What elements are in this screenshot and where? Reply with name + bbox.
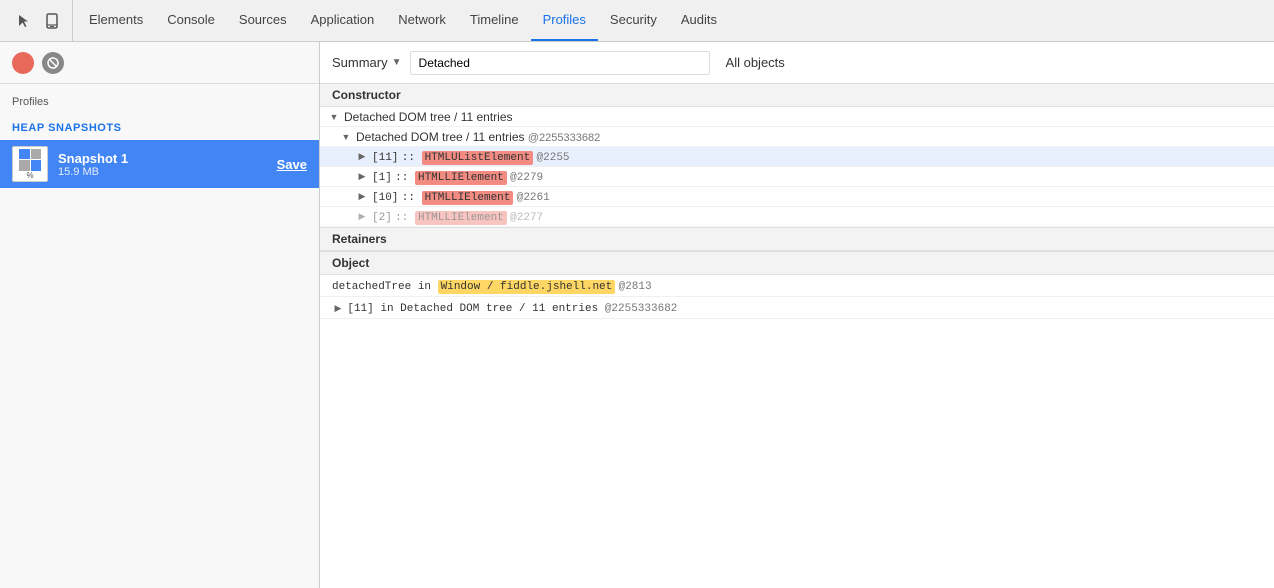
dropdown-arrow-icon: ▼	[392, 57, 402, 68]
nav-tabs: Elements Console Sources Application Net…	[73, 0, 1270, 41]
clear-button[interactable]	[42, 52, 64, 74]
tree-toggle-icon[interactable]: ▶	[356, 151, 368, 162]
tree-toggle-icon[interactable]: ▶	[356, 191, 368, 202]
cursor-icon[interactable]	[12, 9, 36, 33]
tree-label: [2] :: HTMLLIElement @2277	[368, 209, 1274, 224]
element-type: HTMLLIElement	[415, 211, 507, 225]
tree-toggle-icon[interactable]: ▶	[332, 303, 344, 314]
tab-security[interactable]: Security	[598, 0, 669, 41]
tree-label: Detached DOM tree / 11 entries @22553336…	[352, 130, 1274, 144]
tree-toggle-icon[interactable]: ▼	[328, 112, 340, 122]
profiles-label: Profiles	[0, 92, 319, 116]
tree-label: Detached DOM tree / 11 entries	[340, 110, 1274, 124]
tab-console[interactable]: Console	[155, 0, 227, 41]
sidebar-toolbar	[0, 42, 319, 84]
tree-toggle-icon[interactable]: ▼	[340, 132, 352, 142]
table-row[interactable]: ▶ [10] :: HTMLLIElement @2261	[320, 187, 1274, 207]
retainers-header: Retainers	[320, 227, 1274, 251]
tab-timeline[interactable]: Timeline	[458, 0, 531, 41]
tab-audits[interactable]: Audits	[669, 0, 729, 41]
table-row[interactable]: ▶ [2] :: HTMLLIElement @2277	[320, 207, 1274, 227]
tab-sources[interactable]: Sources	[227, 0, 299, 41]
sidebar: Profiles HEAP SNAPSHOTS % Snapshot 1 15.…	[0, 42, 320, 588]
table-row[interactable]: ▼ Detached DOM tree / 11 entries	[320, 107, 1274, 127]
object-highlight: Window / fiddle.jshell.net	[438, 280, 616, 294]
snapshot-info: Snapshot 1 15.9 MB	[58, 151, 277, 178]
tree-label: [11] :: HTMLUListElement @2255	[368, 149, 1274, 164]
snapshot-icon: %	[12, 146, 48, 182]
summary-dropdown[interactable]: Summary ▼	[332, 55, 402, 70]
constructor-header: Constructor	[320, 84, 1274, 107]
tab-network[interactable]: Network	[386, 0, 458, 41]
snapshot-name: Snapshot 1	[58, 151, 277, 166]
tab-profiles[interactable]: Profiles	[531, 0, 598, 41]
tree-label: [10] :: HTMLLIElement @2261	[368, 189, 1274, 204]
filter-input[interactable]	[410, 51, 710, 75]
snapshot-save-button[interactable]: Save	[277, 157, 307, 172]
snapshot-item[interactable]: % Snapshot 1 15.9 MB Save	[0, 140, 319, 188]
nav-icon-group	[4, 0, 73, 41]
element-type: HTMLLIElement	[422, 191, 514, 205]
all-objects-button[interactable]: All objects	[718, 51, 793, 74]
table-area: Constructor ▼ Detached DOM tree / 11 ent…	[320, 84, 1274, 588]
object-header: Object	[320, 251, 1274, 275]
tree-toggle-icon[interactable]: ▶	[356, 211, 368, 222]
tab-elements[interactable]: Elements	[77, 0, 155, 41]
tree-toggle-icon[interactable]: ▶	[356, 171, 368, 182]
element-type: HTMLLIElement	[415, 171, 507, 185]
snapshot-size: 15.9 MB	[58, 166, 277, 178]
table-row[interactable]: ▶ [1] :: HTMLLIElement @2279	[320, 167, 1274, 187]
table-row[interactable]: detachedTree in Window / fiddle.jshell.n…	[320, 275, 1274, 297]
summary-label: Summary	[332, 55, 388, 70]
table-row[interactable]: ▶ [11] in Detached DOM tree / 11 entries…	[320, 297, 1274, 319]
heap-snapshots-label: HEAP SNAPSHOTS	[0, 116, 319, 138]
panel-toolbar: Summary ▼ All objects	[320, 42, 1274, 84]
main-layout: Profiles HEAP SNAPSHOTS % Snapshot 1 15.…	[0, 42, 1274, 588]
sidebar-content: Profiles HEAP SNAPSHOTS % Snapshot 1 15.…	[0, 84, 319, 588]
table-row[interactable]: ▶ [11] :: HTMLUListElement @2255	[320, 147, 1274, 167]
element-type: HTMLUListElement	[422, 151, 534, 165]
mobile-icon[interactable]	[40, 9, 64, 33]
devtools-navbar: Elements Console Sources Application Net…	[0, 0, 1274, 42]
table-row[interactable]: ▼ Detached DOM tree / 11 entries @225533…	[320, 127, 1274, 147]
record-button[interactable]	[12, 52, 34, 74]
tab-application[interactable]: Application	[299, 0, 387, 41]
tree-label: [1] :: HTMLLIElement @2279	[368, 169, 1274, 184]
right-panel: Summary ▼ All objects Constructor ▼ Deta…	[320, 42, 1274, 588]
